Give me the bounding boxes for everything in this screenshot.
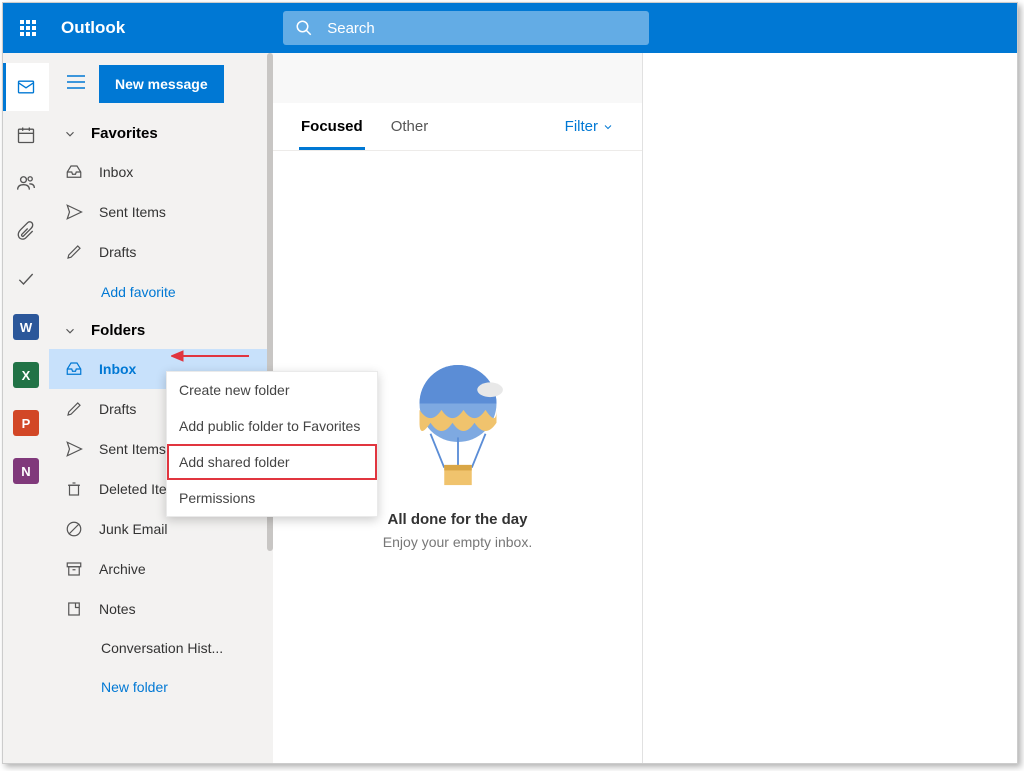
attachment-icon bbox=[16, 221, 36, 241]
new-folder-link[interactable]: New folder bbox=[49, 667, 273, 707]
block-icon bbox=[65, 520, 83, 538]
powerpoint-icon: P bbox=[13, 410, 39, 436]
main-content: W X P N New message Favorites Inbox bbox=[3, 53, 1017, 763]
folder-label: Sent Items bbox=[99, 204, 166, 220]
add-favorite-link[interactable]: Add favorite bbox=[49, 272, 273, 312]
rail-word[interactable]: W bbox=[3, 303, 49, 351]
collapse-nav-button[interactable] bbox=[67, 75, 85, 94]
calendar-icon bbox=[16, 125, 36, 145]
inbox-tabs: Focused Other Filter bbox=[273, 103, 642, 151]
onenote-icon: N bbox=[13, 458, 39, 484]
app-launcher-button[interactable] bbox=[3, 3, 53, 53]
context-permissions[interactable]: Permissions bbox=[167, 480, 377, 516]
excel-icon: X bbox=[13, 362, 39, 388]
filter-label: Filter bbox=[565, 118, 598, 135]
folder-label: Archive bbox=[99, 561, 146, 577]
annotation-arrow bbox=[171, 349, 251, 368]
new-message-button[interactable]: New message bbox=[99, 65, 224, 103]
mail-icon bbox=[16, 77, 36, 97]
folder-notes[interactable]: Notes bbox=[49, 589, 273, 629]
folder-archive[interactable]: Archive bbox=[49, 549, 273, 589]
folder-label: Drafts bbox=[99, 401, 136, 417]
folders-label: Folders bbox=[91, 322, 145, 339]
tab-focused[interactable]: Focused bbox=[301, 103, 363, 150]
search-input[interactable]: Search bbox=[283, 11, 649, 45]
trash-icon bbox=[65, 480, 83, 498]
tab-other[interactable]: Other bbox=[391, 103, 429, 150]
favorites-label: Favorites bbox=[91, 125, 158, 142]
folder-label: Inbox bbox=[99, 164, 133, 180]
rail-powerpoint[interactable]: P bbox=[3, 399, 49, 447]
chevron-down-icon bbox=[602, 121, 614, 133]
chevron-down-icon bbox=[63, 324, 77, 338]
favorites-inbox[interactable]: Inbox bbox=[49, 152, 273, 192]
rail-onenote[interactable]: N bbox=[3, 447, 49, 495]
rail-calendar[interactable] bbox=[3, 111, 49, 159]
context-create-new-folder[interactable]: Create new folder bbox=[167, 372, 377, 408]
filter-button[interactable]: Filter bbox=[565, 118, 614, 135]
folder-label: Sent Items bbox=[99, 441, 166, 457]
search-placeholder: Search bbox=[327, 20, 375, 37]
pencil-icon bbox=[65, 400, 83, 418]
reading-pane bbox=[643, 53, 1017, 763]
app-window: Outlook Search W bbox=[2, 2, 1018, 764]
folder-label: Inbox bbox=[99, 361, 136, 377]
app-title: Outlook bbox=[61, 18, 125, 38]
inbox-icon bbox=[65, 360, 83, 378]
chevron-down-icon bbox=[63, 127, 77, 141]
inbox-icon bbox=[65, 163, 83, 181]
folder-label: Notes bbox=[99, 601, 136, 617]
favorites-sent[interactable]: Sent Items bbox=[49, 192, 273, 232]
people-icon bbox=[16, 173, 36, 193]
folder-label: Drafts bbox=[99, 244, 136, 260]
rail-todo[interactable] bbox=[3, 255, 49, 303]
context-add-shared-folder[interactable]: Add shared folder bbox=[167, 444, 377, 480]
waffle-icon bbox=[20, 20, 36, 36]
app-rail: W X P N bbox=[3, 53, 49, 763]
folders-context-menu: Create new folder Add public folder to F… bbox=[166, 371, 378, 517]
tab-label: Other bbox=[391, 118, 429, 135]
folder-label: Junk Email bbox=[99, 521, 167, 537]
list-pane-top-pad bbox=[273, 53, 642, 103]
check-icon bbox=[16, 269, 36, 289]
pencil-icon bbox=[65, 243, 83, 261]
balloon-illustration bbox=[403, 361, 513, 501]
send-icon bbox=[65, 203, 83, 221]
tab-label: Focused bbox=[301, 118, 363, 135]
folder-topbar: New message bbox=[49, 53, 273, 115]
folder-conversation-history[interactable]: Conversation Hist... bbox=[49, 629, 273, 667]
hamburger-icon bbox=[67, 75, 85, 89]
rail-people[interactable] bbox=[3, 159, 49, 207]
folders-section-header[interactable]: Folders bbox=[49, 312, 273, 349]
word-icon: W bbox=[13, 314, 39, 340]
empty-title: All done for the day bbox=[387, 511, 527, 528]
note-icon bbox=[65, 600, 83, 618]
send-icon bbox=[65, 440, 83, 458]
folder-label: Conversation Hist... bbox=[101, 640, 223, 656]
empty-subtitle: Enjoy your empty inbox. bbox=[383, 534, 532, 550]
context-add-public-folder[interactable]: Add public folder to Favorites bbox=[167, 408, 377, 444]
favorites-section-header[interactable]: Favorites bbox=[49, 115, 273, 152]
rail-files[interactable] bbox=[3, 207, 49, 255]
search-icon bbox=[295, 19, 313, 37]
rail-excel[interactable]: X bbox=[3, 351, 49, 399]
archive-icon bbox=[65, 560, 83, 578]
favorites-drafts[interactable]: Drafts bbox=[49, 232, 273, 272]
header: Outlook Search bbox=[3, 3, 1017, 53]
rail-mail[interactable] bbox=[3, 63, 49, 111]
